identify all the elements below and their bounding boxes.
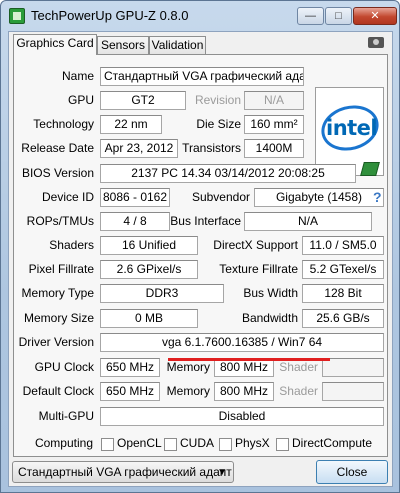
pixel-fillrate-label: Pixel Fillrate <box>28 262 94 276</box>
client-area: Graphics Card Sensors Validation Name Ст… <box>8 31 393 487</box>
bandwidth-field: 25.6 GB/s <box>302 309 384 328</box>
maximize-button[interactable]: □ <box>325 7 352 25</box>
bus-interface-help-icon[interactable]: ? <box>373 189 382 205</box>
shaders-field: 16 Unified <box>100 236 198 255</box>
close-button[interactable]: Close <box>316 460 388 484</box>
bus-width-label: Bus Width <box>243 286 298 300</box>
bus-interface-field: N/A <box>244 212 372 231</box>
memory-type-label: Memory Type <box>21 286 94 300</box>
default-clock-field: 650 MHz <box>100 382 160 401</box>
bus-width-field: 128 Bit <box>302 284 384 303</box>
default-clock-shader-field <box>322 382 384 401</box>
driver-version-highlight-underline <box>168 358 330 361</box>
physx-label: PhysX <box>235 436 270 450</box>
texture-fillrate-field: 5.2 GTexel/s <box>302 260 384 279</box>
gpu-clock-label: GPU Clock <box>34 360 94 374</box>
directcompute-label: DirectCompute <box>292 436 373 450</box>
device-id-field: 8086 - 0162 <box>100 188 170 207</box>
multi-gpu-label: Multi-GPU <box>38 409 94 423</box>
graphics-card-panel: Name Стандартный VGA графический адап...… <box>13 54 388 457</box>
release-date-label: Release Date <box>21 141 94 155</box>
default-clock-memory-label: Memory <box>166 384 210 398</box>
physx-checkbox[interactable] <box>219 438 232 451</box>
default-clock-memory-field: 800 MHz <box>214 382 274 401</box>
gpu-clock-shader-field <box>322 358 384 377</box>
directx-support-field: 11.0 / SM5.0 <box>302 236 384 255</box>
intel-logo-text: intel <box>326 116 378 140</box>
gpu-field: GT2 <box>100 91 186 110</box>
pixel-fillrate-field: 2.6 GPixel/s <box>100 260 198 279</box>
transistors-field: 1400M <box>244 139 304 158</box>
transistors-label: Transistors <box>182 141 241 155</box>
name-label: Name <box>61 69 94 83</box>
gpu-clock-memory-label: Memory <box>166 360 210 374</box>
technology-field: 22 nm <box>100 115 162 134</box>
multi-gpu-field: Disabled <box>100 407 384 426</box>
adapter-select-value: Стандартный VGA графический адапт <box>18 465 232 479</box>
default-clock-shader-label: Shader <box>279 384 318 398</box>
gpu-clock-field: 650 MHz <box>100 358 160 377</box>
gpu-clock-shader-label: Shader <box>279 360 318 374</box>
driver-version-field: vga 6.1.7600.16385 / Win7 64 <box>100 333 384 352</box>
adapter-select[interactable]: Стандартный VGA графический адапт ▼ <box>12 461 234 483</box>
subvendor-field: Gigabyte (1458) <box>254 188 384 207</box>
device-id-label: Device ID <box>41 190 94 204</box>
opencl-label: OpenCL <box>117 436 162 450</box>
gpuz-window: TechPowerUp GPU-Z 0.8.0 — □ ✕ Graphics C… <box>0 0 400 493</box>
memory-size-field: 0 MB <box>100 309 198 328</box>
release-date-field: Apr 23, 2012 <box>100 139 178 158</box>
bios-version-label: BIOS Version <box>21 166 94 180</box>
technology-label: Technology <box>33 117 94 131</box>
revision-label: Revision <box>194 93 241 107</box>
tab-validation[interactable]: Validation <box>149 36 206 54</box>
close-window-button[interactable]: ✕ <box>353 7 397 25</box>
tab-graphics-card[interactable]: Graphics Card <box>13 34 97 55</box>
texture-fillrate-label: Texture Fillrate <box>219 262 298 276</box>
subvendor-label: Subvendor <box>191 190 250 204</box>
directx-support-label: DirectX Support <box>213 238 298 252</box>
rops-tmus-label: ROPs/TMUs <box>26 214 94 228</box>
computing-label: Computing <box>34 436 93 450</box>
memory-type-field: DDR3 <box>100 284 224 303</box>
gpu-label: GPU <box>67 93 94 107</box>
chevron-down-icon: ▼ <box>217 467 227 478</box>
driver-version-label: Driver Version <box>18 335 94 349</box>
name-field: Стандартный VGA графический адап... <box>100 67 304 86</box>
cuda-checkbox[interactable] <box>164 438 177 451</box>
memory-size-label: Memory Size <box>23 311 94 325</box>
title-bar[interactable]: TechPowerUp GPU-Z 0.8.0 — □ ✕ <box>1 1 399 31</box>
opencl-checkbox[interactable] <box>101 438 114 451</box>
die-size-field: 160 mm² <box>244 115 304 134</box>
bus-interface-label: Bus Interface <box>170 214 241 228</box>
default-clock-label: Default Clock <box>22 384 94 398</box>
rops-tmus-field: 4 / 8 <box>100 212 170 231</box>
directcompute-checkbox[interactable] <box>276 438 289 451</box>
revision-field: N/A <box>244 91 304 110</box>
tab-sensors[interactable]: Sensors <box>97 36 149 54</box>
die-size-label: Die Size <box>196 117 241 131</box>
bios-version-field: 2137 PC 14.34 03/14/2012 20:08:25 <box>100 164 356 183</box>
minimize-button[interactable]: — <box>297 7 324 25</box>
shaders-label: Shaders <box>49 238 94 252</box>
camera-icon[interactable] <box>368 37 384 48</box>
bandwidth-label: Bandwidth <box>241 311 298 325</box>
window-title: TechPowerUp GPU-Z 0.8.0 <box>31 8 189 23</box>
cuda-label: CUDA <box>180 436 215 450</box>
gpuz-app-icon <box>9 8 25 24</box>
